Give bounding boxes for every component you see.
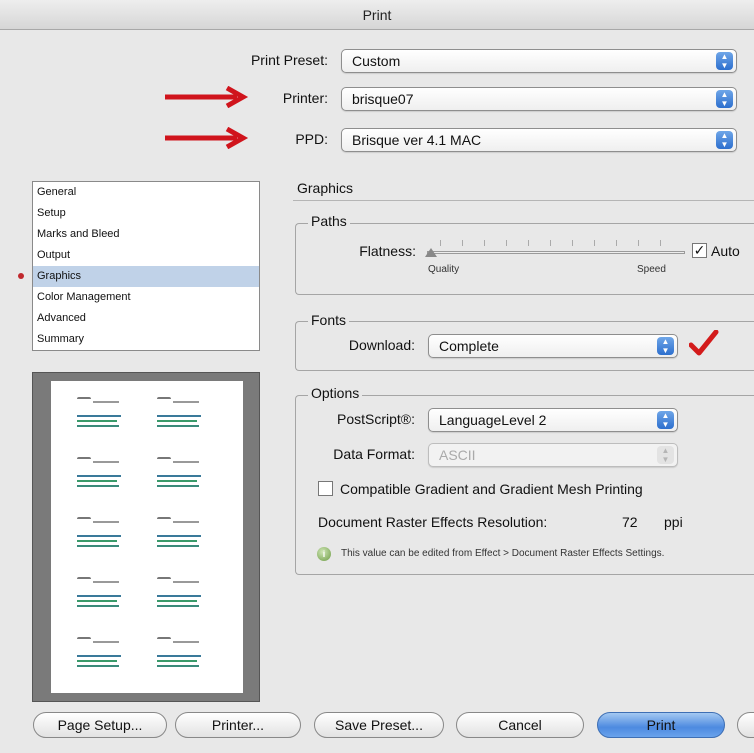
auto-checkbox[interactable]: ✓ (692, 243, 707, 258)
preview-card (73, 395, 133, 439)
ppd-label: PPD: (295, 131, 328, 147)
paths-group (295, 223, 754, 295)
info-text: This value can be edited from Effect > D… (341, 548, 665, 559)
preview-card (153, 515, 213, 559)
postscript-value: LanguageLevel 2 (439, 412, 547, 428)
printer-button[interactable]: Printer... (175, 712, 301, 738)
preview-card (153, 635, 213, 679)
preview-card (153, 455, 213, 499)
auto-label: Auto (711, 243, 740, 259)
options-legend: Options (308, 385, 363, 401)
flatness-label: Flatness: (359, 243, 416, 259)
sidebar-list: General Setup Marks and Bleed Output Gra… (32, 181, 260, 351)
preview-card (153, 575, 213, 619)
speed-label: Speed (637, 264, 666, 275)
raster-resolution-value: 72 (622, 514, 638, 530)
sidebar-item-summary[interactable]: Summary (33, 329, 259, 350)
compatible-gradient-label: Compatible Gradient and Gradient Mesh Pr… (340, 481, 643, 497)
save-preset-button[interactable]: Save Preset... (314, 712, 444, 738)
ppd-select[interactable]: Brisque ver 4.1 MAC ▲ ▼ (341, 128, 737, 152)
postscript-select[interactable]: LanguageLevel 2 ▲ ▼ (428, 408, 678, 432)
preview-sheet (51, 381, 243, 693)
preview-card (153, 395, 213, 439)
stepper-icon: ▲ ▼ (657, 337, 674, 355)
sidebar-item-advanced[interactable]: Advanced (33, 308, 259, 329)
sidebar-item-general[interactable]: General (33, 182, 259, 203)
sidebar-item-graphics[interactable]: Graphics (33, 266, 259, 287)
print-preset-select[interactable]: Custom ▲ ▼ (341, 49, 737, 73)
selected-bullet-icon (18, 273, 24, 279)
flatness-slider-thumb[interactable] (425, 248, 437, 257)
cancel-button[interactable]: Cancel (456, 712, 584, 738)
page-setup-button[interactable]: Page Setup... (33, 712, 167, 738)
raster-resolution-unit: ppi (664, 514, 683, 530)
stepper-icon: ▲ ▼ (657, 411, 674, 429)
stepper-icon: ▲ ▼ (657, 446, 674, 464)
stepper-icon: ▲ ▼ (716, 90, 733, 108)
window-title: Print (0, 0, 754, 30)
section-title: Graphics (297, 180, 354, 196)
print-button[interactable]: Print (597, 712, 725, 738)
fonts-legend: Fonts (308, 312, 350, 328)
print-preset-label: Print Preset: (250, 52, 328, 68)
page-preview (32, 372, 260, 702)
data-format-select[interactable]: ASCII ▲ ▼ (428, 443, 678, 467)
extra-button[interactable] (737, 712, 754, 738)
printer-label: Printer: (282, 90, 328, 106)
preview-card (73, 515, 133, 559)
stepper-icon: ▲ ▼ (716, 131, 733, 149)
annotation-checkmark-icon (689, 330, 719, 356)
print-preset-value: Custom (352, 53, 401, 69)
preview-card (73, 635, 133, 679)
paths-legend: Paths (308, 213, 350, 229)
sidebar-item-marks-and-bleed[interactable]: Marks and Bleed (33, 224, 259, 245)
sidebar-item-output[interactable]: Output (33, 245, 259, 266)
sidebar-item-setup[interactable]: Setup (33, 203, 259, 224)
download-value: Complete (439, 338, 499, 354)
preview-card (73, 575, 133, 619)
raster-resolution-label: Document Raster Effects Resolution: (318, 514, 548, 530)
stepper-icon: ▲ ▼ (716, 52, 733, 70)
section-divider (293, 200, 754, 201)
quality-label: Quality (428, 264, 460, 275)
preview-card (73, 455, 133, 499)
download-select[interactable]: Complete ▲ ▼ (428, 334, 678, 358)
printer-select[interactable]: brisque07 ▲ ▼ (341, 87, 737, 111)
info-icon: i (317, 547, 331, 561)
data-format-label: Data Format: (333, 446, 415, 462)
flatness-slider[interactable] (427, 251, 685, 254)
download-label: Download: (348, 337, 415, 353)
sidebar-item-color-management[interactable]: Color Management (33, 287, 259, 308)
data-format-value: ASCII (439, 447, 476, 463)
ppd-value: Brisque ver 4.1 MAC (352, 132, 482, 148)
compatible-gradient-checkbox[interactable] (318, 481, 333, 496)
printer-value: brisque07 (352, 91, 414, 107)
postscript-label: PostScript®: (336, 411, 415, 427)
